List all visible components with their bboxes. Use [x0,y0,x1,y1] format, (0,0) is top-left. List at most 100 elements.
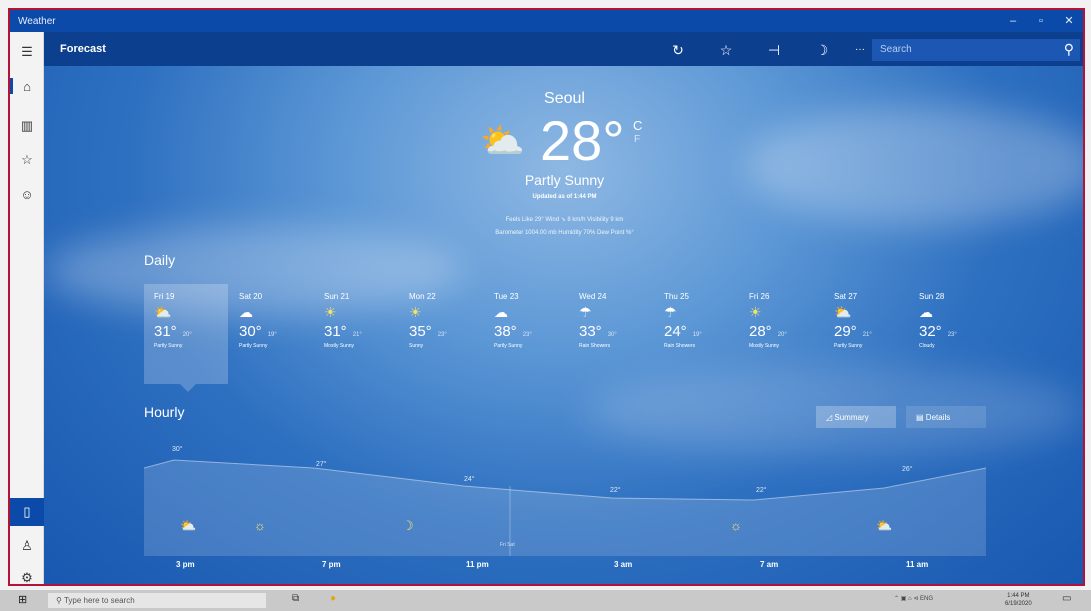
high-temp: 29° [834,323,857,340]
start-button[interactable]: ⊞ [18,594,30,606]
high-temp: 31° [324,323,347,340]
hourly-heading: Hourly [144,404,185,420]
day-condition: Partly Sunny [834,343,863,349]
daily-forecast-card[interactable]: Sun 21 ☀ 31° 21° Mostly Sunny [314,284,398,384]
sidebar-item-settings[interactable]: ⚙ [10,564,44,585]
minimize-button[interactable]: – [999,13,1027,29]
gear-icon: ⚙ [21,570,33,585]
taskbar-search-placeholder: Type here to search [63,596,135,605]
high-temp: 35° [409,323,432,340]
details-label: Details [925,413,951,422]
maximize-button[interactable]: ▫ [1027,13,1055,29]
taskbar-clock[interactable]: 1:44 PM 6/19/2020 [1005,592,1032,608]
close-button[interactable]: ✕ [1055,13,1083,29]
title-bar: Weather – ▫ ✕ [10,10,1083,32]
refresh-button[interactable]: ↻ [668,40,688,60]
hourly-temperature-area [144,460,986,556]
daily-forecast-card[interactable]: Fri 19 ⛅ 31° 20° Partly Sunny [144,284,228,384]
sidebar: ☰ ⌂ ▥ ☆ ☺ ▯ ♙ ⚙ [10,32,44,585]
weather-icon: ☂ [579,304,592,320]
daily-forecast-card[interactable]: Sun 28 ☁ 32° 23° Cloudy [909,284,993,384]
high-temp: 33° [579,323,602,340]
sidebar-item-forecast[interactable]: ⌂ [10,72,44,100]
home-icon: ⌂ [23,78,31,94]
hourly-temperature-chart [144,459,986,556]
details-button[interactable]: ▤ Details [906,406,986,428]
search-input[interactable]: Search ⚲ [872,39,1080,61]
day-name: Sat 20 [239,292,263,301]
city-name: Seoul [544,90,585,107]
daily-forecast-card[interactable]: Sat 27 ⛅ 29° 21° Partly Sunny [824,284,908,384]
summary-button[interactable]: ◿ Summary [816,406,896,428]
day-name: Tue 23 [494,292,519,301]
day-condition: Sunny [409,343,424,349]
task-view-button[interactable]: ⧉ [292,593,299,604]
current-condition: Partly Sunny [524,172,605,188]
hourly-temp-label: 22° [756,487,767,494]
weather-icon: ☂ [664,304,677,320]
daily-forecast-card[interactable]: Mon 22 ☀ 35° 23° Sunny [399,284,483,384]
taskbar-search-input[interactable]: ⚲ Type here to search [48,593,266,608]
day-name: Fri 26 [749,292,770,301]
low-temp: 20° [182,332,192,338]
daily-forecast-card[interactable]: Thu 25 ☂ 24° 19° Rain Showers [654,284,738,384]
clock-time: 1:44 PM [1007,593,1030,599]
weather-icon: ⛅ [834,304,852,320]
hourly-weather-icon: ☼ [730,518,742,533]
low-temp: 21° [862,332,872,338]
pin-button[interactable]: ⊣ [764,40,784,60]
high-temp: 32° [919,323,942,340]
weather-details-row-1: Feels Like 29° Wind ➘ 8 km/h Visibility … [505,217,624,223]
day-name: Fri 19 [154,292,175,301]
low-temp: 21° [352,332,362,338]
weather-icon: ⛅ [154,304,172,320]
day-divider-label: Fri Sat [500,542,515,548]
unit-celsius[interactable]: C [633,118,642,133]
weather-icon: ☀ [409,304,422,320]
hourly-time-label: 3 pm [176,560,195,569]
high-temp: 31° [154,323,177,340]
hamburger-menu-button[interactable]: ☰ [10,38,44,66]
hourly-temp-label: 26° [902,466,913,473]
sidebar-item-favorites[interactable]: ☆ [10,146,44,174]
hourly-weather-icon: ☼ [254,518,266,533]
daily-forecast-card[interactable]: Sat 20 ☁ 30° 19° Partly Sunny [229,284,313,384]
sidebar-item-account[interactable]: ♙ [10,532,44,560]
daily-forecast-card[interactable]: Wed 24 ☂ 33° 30° Rain Showers [569,284,653,384]
search-icon[interactable]: ⚲ [1064,41,1074,58]
daily-forecast-card[interactable]: Fri 26 ☀ 28° 20° Mostly Sunny [739,284,823,384]
sidebar-item-feedback[interactable]: ▯ [10,498,44,526]
day-condition: Rain Showers [579,343,611,349]
weather-icon: ☁ [919,304,933,320]
weather-icon: ☁ [239,304,253,320]
hourly-temp-label: 27° [316,461,327,468]
app-bar: Forecast ↻ ☆ ⊣ ☽ ··· Search ⚲ [44,32,1083,66]
day-name: Sun 21 [324,292,350,301]
hourly-time-label: 11 pm [466,560,489,569]
more-button[interactable]: ··· [850,40,870,60]
high-temp: 28° [749,323,772,340]
hourly-weather-icon: ⛅ [876,518,893,533]
star-icon: ☆ [21,152,33,167]
cloud-decoration [744,106,1083,226]
favorite-button[interactable]: ☆ [716,40,736,60]
system-tray[interactable]: ⌃ ▣ ⌂ ⊲ ENG [894,595,933,602]
low-temp: 23° [437,332,447,338]
notification-icon[interactable]: ▭ [1062,593,1071,604]
low-temp: 19° [267,332,277,338]
search-icon: ⚲ [56,596,62,605]
unit-fahrenheit[interactable]: F [634,134,640,145]
partly-sunny-icon: ⛅ [480,120,525,161]
day-condition: Mostly Sunny [324,343,355,349]
day-name: Sat 27 [834,292,858,301]
sidebar-item-maps[interactable]: ▥ [10,112,44,140]
hourly-time-label: 11 am [906,560,929,569]
daily-forecast-card[interactable]: Tue 23 ☁ 38° 23° Partly Sunny [484,284,568,384]
sidebar-item-news[interactable]: ☺ [10,180,44,208]
day-condition: Mostly Sunny [749,343,780,349]
browser-taskbar-icon[interactable]: ● [330,593,336,604]
day-condition: Partly Sunny [239,343,268,349]
page-title: Forecast [60,43,106,55]
forecast-panel: Seoul ⛅ 28° C F Partly Sunny Updated as … [44,66,1083,584]
dark-mode-button[interactable]: ☽ [812,40,832,60]
